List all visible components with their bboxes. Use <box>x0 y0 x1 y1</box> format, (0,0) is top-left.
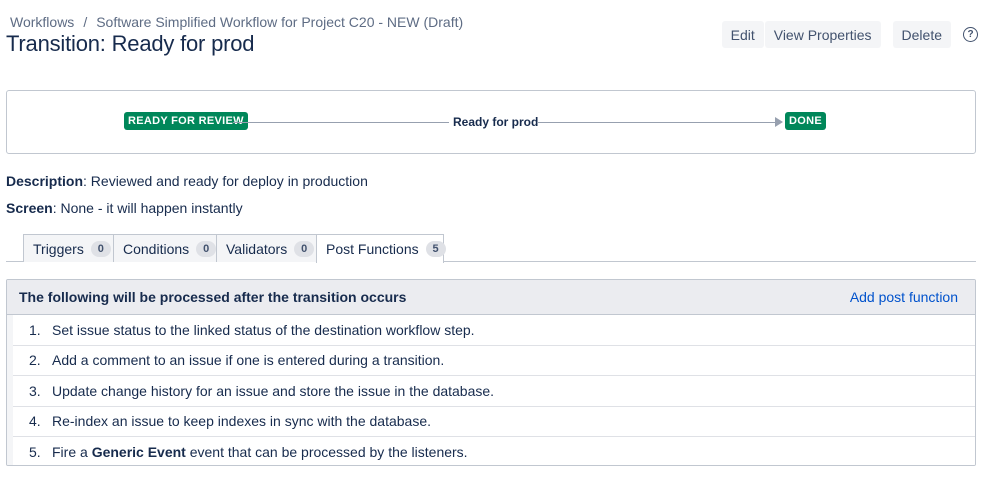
transition-line <box>233 122 449 123</box>
transition-tabs: Triggers 0 Conditions 0 Validators 0 Pos… <box>6 234 976 263</box>
count-badge: 5 <box>425 241 446 257</box>
breadcrumb-workflow-link[interactable]: Software Simplified Workflow for Project… <box>96 14 463 30</box>
post-function-item: 5. Fire a Generic Event event that can b… <box>13 437 975 465</box>
arrow-head-icon <box>775 117 783 127</box>
screen-row: Screen: None - it will happen instantly <box>6 200 243 216</box>
tab-post-functions[interactable]: Post Functions 5 <box>316 234 446 263</box>
breadcrumb-workflows-link[interactable]: Workflows <box>10 14 74 30</box>
header-actions: Edit View Properties Delete ? <box>721 21 978 48</box>
to-status-lozenge: DONE <box>785 112 826 130</box>
delete-button[interactable]: Delete <box>892 21 951 48</box>
tab-conditions[interactable]: Conditions 0 <box>113 234 217 262</box>
description-value: : Reviewed and ready for deploy in produ… <box>83 173 368 189</box>
item-text-post: event that can be processed by the liste… <box>185 444 468 461</box>
help-icon[interactable]: ? <box>963 27 978 42</box>
description-row: Description: Reviewed and ready for depl… <box>6 173 368 189</box>
add-post-function-link[interactable]: Add post function <box>850 289 958 305</box>
item-number: 2. <box>29 352 41 369</box>
post-functions-title: The following will be processed after th… <box>19 289 407 305</box>
post-function-item: 1. Set issue status to the linked status… <box>13 315 975 346</box>
item-text-pre: Fire a <box>52 444 92 461</box>
breadcrumb-separator: / <box>83 14 88 30</box>
transition-line <box>537 122 777 123</box>
post-functions-panel: The following will be processed after th… <box>6 279 976 466</box>
post-functions-list: 1. Set issue status to the linked status… <box>7 315 975 465</box>
screen-label: Screen <box>6 200 53 216</box>
tab-label: Conditions <box>123 240 190 257</box>
screen-value: : None - it will happen instantly <box>52 200 243 216</box>
transition-name-label: Ready for prod <box>453 115 539 129</box>
tab-validators[interactable]: Validators 0 <box>216 234 317 262</box>
post-function-item: 4. Re-index an issue to keep indexes in … <box>13 406 975 437</box>
description-label: Description <box>6 173 84 189</box>
post-function-item: 3. Update change history for an issue an… <box>13 376 975 407</box>
breadcrumb: Workflows / Software Simplified Workflow… <box>10 14 463 30</box>
item-number: 4. <box>29 413 41 430</box>
item-number: 1. <box>29 321 41 338</box>
view-properties-button[interactable]: View Properties <box>764 21 881 48</box>
item-number: 3. <box>29 382 41 399</box>
from-status-lozenge: READY FOR REVIEW <box>124 112 248 130</box>
tab-label: Triggers <box>33 240 84 257</box>
item-text: Update change history for an issue and s… <box>52 382 495 399</box>
item-text: Fire a Generic Event event that can be p… <box>52 444 468 460</box>
transition-diagram: READY FOR REVIEW Ready for prod DONE <box>6 90 976 154</box>
count-badge: 0 <box>294 240 315 257</box>
tab-label: Post Functions <box>326 241 419 257</box>
count-badge: 0 <box>90 240 111 257</box>
tab-label: Validators <box>226 240 288 257</box>
tab-triggers[interactable]: Triggers 0 <box>23 234 114 262</box>
count-badge: 0 <box>196 240 217 257</box>
post-function-item: 2. Add a comment to an issue if one is e… <box>13 345 975 376</box>
item-text: Re-index an issue to keep indexes in syn… <box>52 413 432 430</box>
edit-button[interactable]: Edit <box>721 21 764 48</box>
page-title: Transition: Ready for prod <box>6 31 255 56</box>
item-number: 5. <box>29 444 41 461</box>
item-text: Set issue status to the linked status of… <box>52 321 475 338</box>
event-name: Generic Event <box>91 444 186 461</box>
item-text: Add a comment to an issue if one is ente… <box>52 352 445 369</box>
post-functions-header: The following will be processed after th… <box>7 280 975 315</box>
